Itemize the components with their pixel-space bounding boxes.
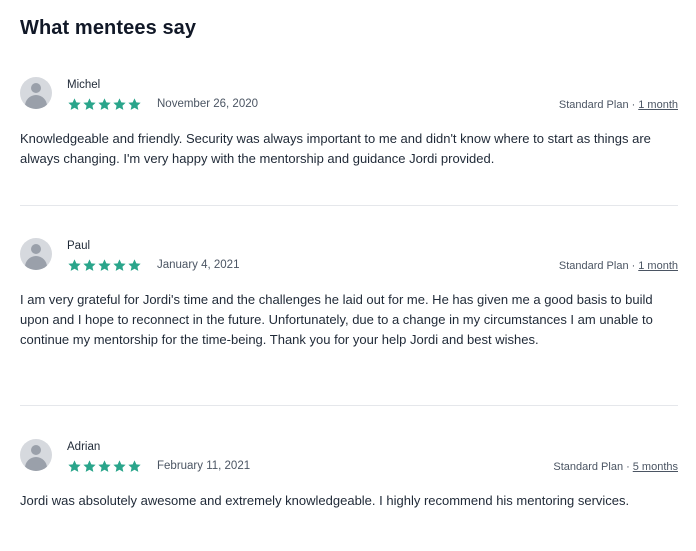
plan-info: Standard Plan · 1 month	[559, 99, 678, 111]
plan-name: Standard Plan	[558, 260, 629, 272]
plan-info: Standard Plan · 5 months	[553, 461, 678, 473]
review-date: February 11, 2021	[157, 460, 251, 472]
separator: ·	[626, 461, 630, 473]
star-icon	[83, 460, 96, 472]
star-icon	[113, 259, 126, 271]
star-icon	[113, 98, 126, 110]
avatar	[20, 439, 52, 471]
star-icon	[113, 460, 126, 472]
separator: ·	[631, 99, 636, 111]
divider	[20, 205, 678, 206]
user-icon	[31, 244, 41, 254]
star-icon	[83, 259, 96, 271]
star-icon	[68, 98, 81, 110]
plan-name: Standard Plan	[553, 461, 624, 473]
reviewer-name: Adrian	[67, 441, 101, 453]
star-icon	[128, 259, 141, 271]
reviewer-name: Paul	[67, 240, 91, 252]
divider	[20, 405, 678, 406]
review-text: Knowledgeable and friendly. Security was…	[20, 131, 651, 166]
star-icon	[98, 460, 111, 472]
star-icon	[83, 98, 96, 110]
review-date: January 4, 2021	[157, 259, 240, 271]
avatar	[20, 77, 52, 109]
star-rating	[67, 459, 142, 474]
review-text: I am very grateful for Jordi's time and …	[20, 292, 653, 347]
star-icon	[128, 98, 141, 110]
star-rating	[67, 258, 142, 273]
plan-name: Standard Plan	[558, 99, 629, 111]
avatar	[20, 238, 52, 270]
user-icon	[31, 445, 41, 455]
star-icon	[68, 460, 81, 472]
plan-duration-link[interactable]: 1 month	[638, 260, 678, 272]
star-icon	[98, 98, 111, 110]
star-icon	[98, 259, 111, 271]
user-icon	[31, 83, 41, 93]
plan-duration-link[interactable]: 5 months	[633, 461, 678, 473]
star-icon	[68, 259, 81, 271]
plan-info: Standard Plan · 1 month	[559, 260, 678, 272]
reviewer-name: Michel	[67, 79, 101, 91]
star-icon	[128, 460, 141, 472]
plan-duration-link[interactable]: 1 month	[638, 99, 678, 111]
star-rating	[67, 97, 142, 112]
separator: ·	[631, 260, 636, 272]
review-date: November 26, 2020	[157, 98, 259, 110]
review-text: Jordi was absolutely awesome and extreme…	[20, 493, 630, 508]
section-title: What mentees say	[20, 17, 197, 39]
